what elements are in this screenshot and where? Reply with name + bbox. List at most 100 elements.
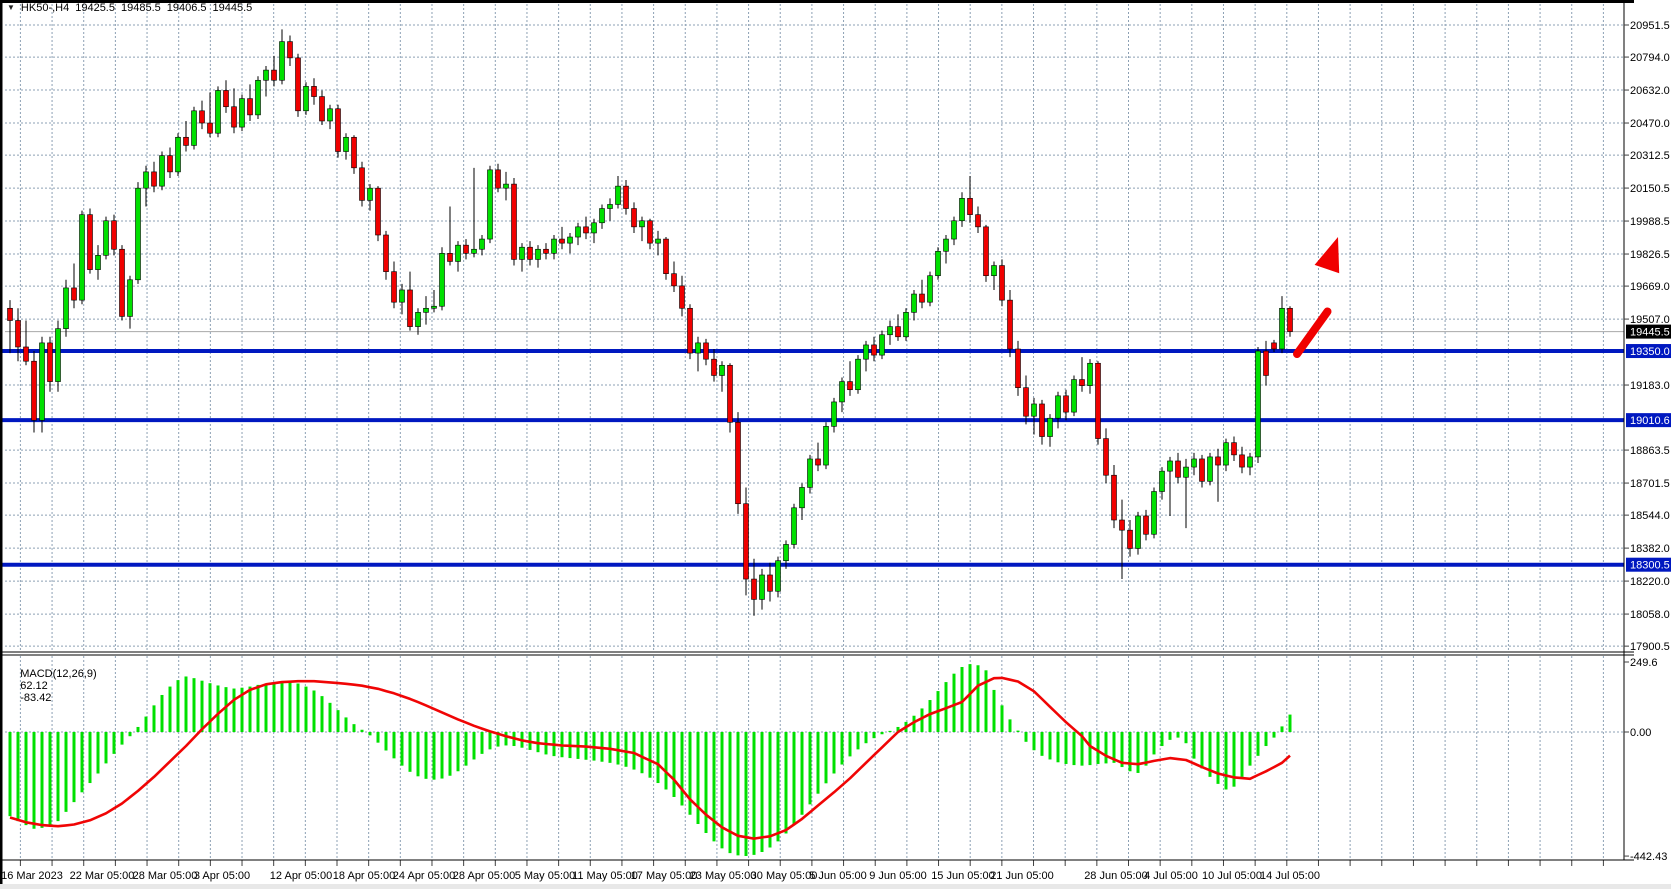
candle [288,42,293,58]
date-tick-label: 5 May 05:00 [515,870,576,882]
candle [872,345,877,355]
candle [584,227,589,233]
candle [656,239,661,243]
candle [1008,300,1013,349]
date-tick-label: 10 Jul 05:00 [1202,870,1262,882]
candle [1208,457,1213,481]
candle [728,365,733,422]
candle [808,459,813,488]
candle [400,290,405,302]
candle [536,249,541,259]
date-tick-label: 30 May 05:00 [751,870,818,882]
candle [768,575,773,591]
candle [120,249,125,316]
macd-signal-value: -83.42 [20,692,51,704]
candle [1072,380,1077,413]
candle [1000,266,1005,301]
date-tick-label: 21 Jun 05:00 [990,870,1054,882]
candle [1080,380,1085,386]
candle [632,209,637,227]
candle [1184,467,1189,477]
candle [1056,396,1061,418]
candle [800,487,805,507]
price-badge-label: 18300.5 [1630,560,1670,572]
candle [104,221,109,256]
window-bottom-edge [0,884,1671,889]
macd-indicator-label: MACD(12,26,9) 62.12 -83.42 [8,656,97,716]
candle [1104,439,1109,476]
date-tick-label: 9 Jun 05:00 [869,870,927,882]
candle [1152,492,1157,535]
price-tick-label: 20951.5 [1630,20,1670,32]
ohlc-low-value: 19406.5 [167,2,207,14]
candle [448,253,453,261]
symbol-dropdown-icon[interactable]: ▼ [7,3,15,13]
date-axis: 16 Mar 202322 Mar 05:0028 Mar 05:003 Apr… [1,870,1320,882]
candles-layer [8,29,1293,615]
candle [440,253,445,306]
price-tick-label: 20470.0 [1630,118,1670,130]
candle [704,343,709,359]
candle [1112,475,1117,520]
price-tick-label: 19826.5 [1630,249,1670,261]
date-tick-label: 28 Apr 05:00 [453,870,515,882]
candle [856,359,861,390]
date-tick-label: 4 Jul 05:00 [1144,870,1198,882]
candle [88,215,93,270]
date-tick-label: 11 May 05:00 [572,870,638,882]
candle [48,343,53,382]
symbol-period-label: HK50-,H4 [21,2,69,14]
candle [128,280,133,317]
price-tick-label: 20150.5 [1630,183,1670,195]
candle [216,90,221,133]
date-tick-label: 18 Apr 05:00 [333,870,395,882]
candle [1256,351,1261,457]
candle [248,99,253,115]
candle [1168,461,1173,471]
candle [552,239,557,253]
chart-window: 20951.520794.020632.020470.020312.520150… [0,0,1671,889]
candle [776,561,781,592]
date-tick-label: 16 Mar 2023 [1,870,63,882]
candle [592,223,597,233]
candle [24,347,29,361]
candle [256,80,261,115]
candle [1128,530,1133,548]
candle [1016,349,1021,388]
candle [528,247,533,259]
candle [312,86,317,96]
candle [904,312,909,336]
arrow-shaft[interactable] [1297,312,1328,355]
candle [504,184,509,188]
candle [72,288,77,300]
date-tick-label: 24 Apr 05:00 [393,870,455,882]
candle [352,137,357,168]
candle [672,274,677,286]
candle [304,86,309,110]
candle [1280,308,1285,349]
price-tick-label: 18544.0 [1630,510,1670,522]
candle [176,137,181,172]
candle [40,343,45,420]
price-tick-label: 19507.0 [1630,314,1670,326]
candle [368,188,373,200]
price-tick-label: 18701.5 [1630,478,1670,490]
arrow-head-icon[interactable] [1315,237,1340,273]
price-tick-label: 18382.0 [1630,543,1670,555]
candle [928,276,933,302]
date-tick-label: 15 Jun 05:00 [931,870,995,882]
candle [1120,520,1125,530]
candle [616,186,621,204]
candle [912,294,917,312]
candle [680,286,685,308]
candle [848,382,853,390]
candle [816,459,821,465]
candle [184,137,189,145]
candle [1192,459,1197,467]
date-tick-label: 17 May 05:00 [631,870,698,882]
macd-tick-label: 249.6 [1630,657,1658,669]
ohlc-close-value: 19445.5 [213,2,253,14]
candle [96,255,101,269]
candle [224,90,229,106]
date-tick-label: 5 Jun 05:00 [809,870,867,882]
